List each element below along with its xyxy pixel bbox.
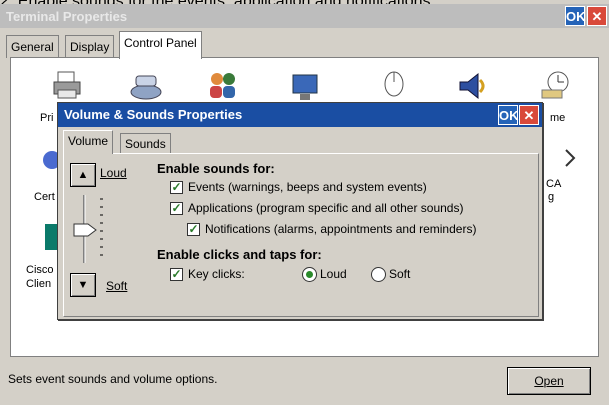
notifications-checkbox[interactable]: ✓ xyxy=(187,223,200,236)
key-clicks-checkbox[interactable]: ✓ xyxy=(170,268,183,281)
radio-soft[interactable] xyxy=(371,267,386,282)
network-icon[interactable] xyxy=(562,146,578,176)
outer-title-bar: Terminal Properties xyxy=(0,4,609,28)
notifications-label: Notifications (alarms, appointments and … xyxy=(205,222,477,236)
soft-label: Soft xyxy=(106,279,128,293)
volume-up-button[interactable]: ▲ xyxy=(70,163,96,187)
date-time-label: me xyxy=(550,112,566,124)
speaker-icon[interactable] xyxy=(456,70,488,100)
volume-down-button[interactable]: ▼ xyxy=(70,273,96,297)
applications-checkbox[interactable]: ✓ xyxy=(170,202,183,215)
ca-label-2: g xyxy=(548,191,555,203)
dialog-close-button[interactable]: ✕ xyxy=(519,105,539,125)
printers-label: Pri xyxy=(40,112,54,124)
applications-label: Applications (program specific and all o… xyxy=(188,201,464,215)
dialog-title: Volume & Sounds Properties xyxy=(64,107,243,122)
tab-control-panel[interactable]: Control Panel xyxy=(119,31,202,59)
users-icon[interactable] xyxy=(207,70,239,100)
radio-loud[interactable] xyxy=(302,267,317,282)
mouse-icon[interactable] xyxy=(378,68,410,98)
ca-label: CA xyxy=(546,178,562,190)
dialog-title-bar: Volume & Sounds Properties OK ✕ xyxy=(58,103,542,127)
cisco-client-label: Cisco Clien xyxy=(26,264,54,290)
printer-icon[interactable] xyxy=(52,70,84,100)
volume-slider[interactable] xyxy=(72,193,112,265)
events-label: Events (warnings, beeps and system event… xyxy=(188,180,427,194)
display-icon[interactable] xyxy=(290,72,322,102)
key-clicks-label: Key clicks: xyxy=(188,267,245,281)
loud-label: Loud xyxy=(100,166,127,180)
outer-window-title: Terminal Properties xyxy=(6,9,128,24)
tab-sounds[interactable]: Sounds xyxy=(120,133,171,154)
outer-ok-button[interactable]: OK xyxy=(565,6,586,26)
outer-close-button[interactable]: ✕ xyxy=(587,6,607,26)
status-description: Sets event sounds and volume options. xyxy=(8,372,218,386)
radio-loud-label: Loud xyxy=(320,267,347,281)
clock-icon[interactable] xyxy=(540,70,572,100)
open-button[interactable]: Open xyxy=(507,367,591,395)
events-checkbox[interactable]: ✓ xyxy=(170,181,183,194)
dialog-ok-button[interactable]: OK xyxy=(498,105,519,125)
enable-sounds-heading: Enable sounds for: xyxy=(157,161,275,176)
certificates-label: Cert xyxy=(34,191,55,203)
keyboard-icon[interactable] xyxy=(130,72,162,102)
tab-display[interactable]: Display xyxy=(65,35,115,58)
enable-clicks-heading: Enable clicks and taps for: xyxy=(157,247,322,262)
volume-sounds-dialog: Volume & Sounds Properties OK ✕ Volume S… xyxy=(57,102,543,320)
tab-volume[interactable]: Volume xyxy=(63,130,114,154)
radio-soft-label: Soft xyxy=(389,267,411,281)
tab-general[interactable]: General xyxy=(6,35,59,58)
